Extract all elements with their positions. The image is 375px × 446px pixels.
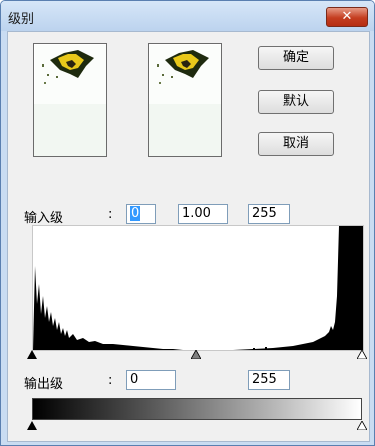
input-white-slider-icon[interactable] <box>357 350 367 359</box>
output-white-field[interactable]: 255 <box>248 370 290 390</box>
output-black-field[interactable]: 0 <box>126 370 176 390</box>
input-gamma-field[interactable]: 1.00 <box>178 204 228 224</box>
input-levels-colon: : <box>108 207 113 222</box>
default-button[interactable]: 默认 <box>258 90 334 114</box>
input-black-field[interactable]: 0 <box>126 204 156 224</box>
preview-after <box>148 43 222 157</box>
output-white-slider-icon[interactable] <box>357 421 367 430</box>
cancel-button[interactable]: 取消 <box>258 132 334 156</box>
window-title: 级别 <box>8 12 35 27</box>
input-gamma-slider-icon[interactable] <box>191 350 201 359</box>
title-bar: 级别 ✕ <box>1 1 374 31</box>
input-white-field[interactable]: 255 <box>248 204 290 224</box>
levels-dialog: 级别 ✕ 确定 默认 取消 输入级: 0 1.00 255 输出级: 0 2… <box>0 0 375 446</box>
output-levels-label: 输出级 <box>24 377 64 392</box>
histogram <box>32 225 364 351</box>
ok-button[interactable]: 确定 <box>258 46 334 70</box>
input-black-value: 0 <box>130 206 141 221</box>
preview-before <box>33 43 107 157</box>
input-black-slider-icon[interactable] <box>27 350 37 359</box>
input-levels-label: 输入级 <box>24 211 64 226</box>
output-levels-colon: : <box>108 373 113 388</box>
output-black-slider-icon[interactable] <box>27 421 37 430</box>
output-gradient-bar <box>32 398 362 420</box>
close-button[interactable]: ✕ <box>326 7 368 27</box>
dialog-body: 确定 默认 取消 输入级 : 0 1.00 255 输出级 : 0 255 <box>7 31 370 442</box>
